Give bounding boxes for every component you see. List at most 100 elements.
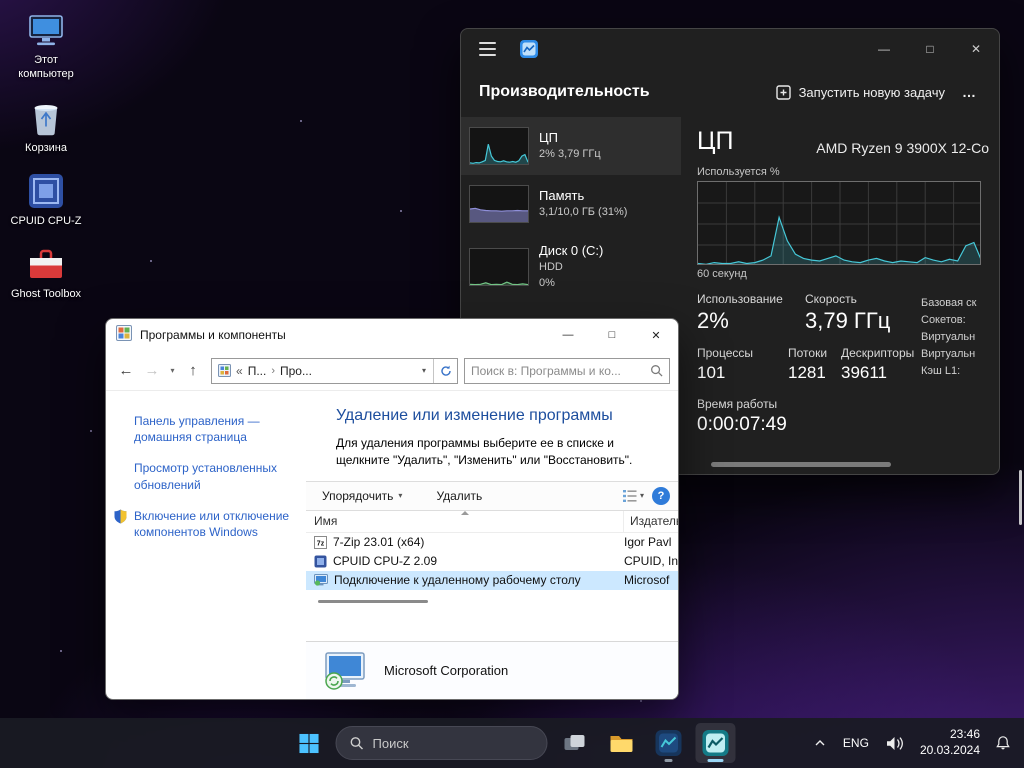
forward-button[interactable]: → xyxy=(140,358,164,384)
task-manager-header: Производительность Запустить новую задач… xyxy=(461,69,999,115)
cpuz-icon xyxy=(28,171,64,209)
sidebar-item-cpu[interactable]: ЦП 2% 3,79 ГГц xyxy=(461,117,681,175)
notification-center-button[interactable] xyxy=(988,727,1018,759)
start-button[interactable] xyxy=(289,723,329,763)
breadcrumb-crumb[interactable]: П... xyxy=(248,364,267,378)
refresh-button[interactable] xyxy=(433,359,457,383)
sidebar-link-home[interactable]: Панель управления — домашняя страница xyxy=(134,413,300,445)
language-indicator[interactable]: ENG xyxy=(835,736,877,750)
navigation-toolbar: ← → ▾ ↑ « П... › Про... ▾ xyxy=(106,351,678,391)
organize-button[interactable]: Упорядочить ▾ xyxy=(314,485,410,507)
uninstall-button[interactable]: Удалить xyxy=(428,485,490,507)
taskbar-app-task-manager-active[interactable] xyxy=(696,723,736,763)
minimize-button[interactable]: — xyxy=(861,29,907,69)
task-manager-app-icon xyxy=(520,40,538,58)
breadcrumb-crumb[interactable]: Про... xyxy=(280,364,312,378)
program-row-remote-desktop[interactable]: Подключение к удаленному рабочему столу … xyxy=(306,571,678,590)
breadcrumb[interactable]: « П... › Про... xyxy=(212,359,415,383)
speaker-icon xyxy=(886,736,905,751)
close-button[interactable]: ✕ xyxy=(953,29,999,69)
chevron-up-icon xyxy=(814,739,826,747)
screen-edge-scrollbar[interactable] xyxy=(1019,470,1022,525)
search-icon xyxy=(650,364,663,377)
program-name: CPUID CPU-Z 2.09 xyxy=(333,554,437,568)
cpu-usage-chart xyxy=(697,181,981,265)
disk-thumbnail-chart xyxy=(469,248,529,286)
file-explorer-icon xyxy=(609,730,635,756)
address-bar[interactable]: « П... › Про... ▾ xyxy=(211,358,458,384)
horizontal-scrollbar[interactable] xyxy=(711,462,891,467)
task-view-icon xyxy=(563,731,587,755)
tray-date: 20.03.2024 xyxy=(920,743,980,759)
taskbar: Поиск ENG 23:46 20.03.2024 xyxy=(0,718,1024,768)
selected-program-publisher: Microsoft Corporation xyxy=(384,663,508,678)
desktop-icon-label: Ghost Toolbox xyxy=(11,287,81,301)
program-name: Подключение к удаленному рабочему столу xyxy=(334,573,581,587)
taskbar-search-label: Поиск xyxy=(373,736,409,751)
column-header-publisher[interactable]: Издатель xyxy=(624,514,678,528)
new-task-icon xyxy=(776,85,791,100)
desktop-icons: Этот компьютер Корзина CPUID CPU-Z Ghost… xyxy=(6,10,86,301)
sidebar-item-disk[interactable]: Диск 0 (C:) HDD 0% xyxy=(461,233,681,301)
stat-value: 1281 xyxy=(788,363,841,383)
taskbar-app-task-manager[interactable] xyxy=(649,723,689,763)
change-view-button[interactable]: ▾ xyxy=(623,490,644,502)
maximize-button[interactable]: □ xyxy=(907,29,953,69)
sidebar-item-subtitle: 3,1/10,0 ГБ (31%) xyxy=(539,205,627,219)
run-new-task-label: Запустить новую задачу xyxy=(799,85,945,100)
program-row-cpuz[interactable]: CPUID CPU-Z 2.09 CPUID, In xyxy=(306,552,678,571)
tray-show-hidden-icons-button[interactable] xyxy=(807,731,833,755)
breadcrumb-overflow[interactable]: « xyxy=(236,364,243,378)
desktop-icon-label: CPUID CPU-Z xyxy=(11,214,82,228)
stat-label: Потоки xyxy=(788,346,841,360)
control-panel-sidebar: Панель управления — домашняя страница Пр… xyxy=(106,391,306,699)
sidebar-link-installed-updates[interactable]: Просмотр установленных обновлений xyxy=(134,460,300,492)
sidebar-item-subtitle2: 0% xyxy=(539,276,603,290)
sidebar-item-memory[interactable]: Память 3,1/10,0 ГБ (31%) xyxy=(461,175,681,233)
page-description: Для удаления программы выберите ее в спи… xyxy=(336,435,638,469)
cpu-thumbnail-chart xyxy=(469,127,529,165)
desktop-icon-recycle-bin[interactable]: Корзина xyxy=(6,98,86,155)
page-heading: Удаление или изменение программы xyxy=(336,407,678,425)
address-dropdown-chevron-icon[interactable]: ▾ xyxy=(415,359,433,383)
task-manager-titlebar: — □ ✕ xyxy=(461,29,999,69)
search-box[interactable] xyxy=(464,358,670,384)
desktop-icon-ghost-toolbox[interactable]: Ghost Toolbox xyxy=(6,244,86,301)
clock[interactable]: 23:46 20.03.2024 xyxy=(914,727,986,758)
taskbar-app-file-explorer[interactable] xyxy=(602,723,642,763)
maximize-button[interactable]: □ xyxy=(590,319,634,351)
cpu-spec-labels: Базовая ск Сокетов: Виртуальн Виртуальн … xyxy=(921,295,999,380)
desktop-icon-cpuz[interactable]: CPUID CPU-Z xyxy=(6,171,86,228)
scrollbar-thumb[interactable] xyxy=(318,600,428,603)
desktop-icon-label: Этот компьютер xyxy=(6,53,86,82)
programs-content: Удаление или изменение программы Для уда… xyxy=(306,391,678,699)
details-pane: Microsoft Corporation xyxy=(306,641,678,699)
program-row-7zip[interactable]: 7z 7-Zip 23.01 (x64) Igor Pavl xyxy=(306,533,678,552)
task-manager-icon xyxy=(656,730,682,756)
menu-icon[interactable] xyxy=(479,42,496,56)
close-button[interactable]: ✕ xyxy=(634,319,678,351)
taskbar-search[interactable]: Поиск xyxy=(336,726,548,760)
programs-titlebar: Программы и компоненты — □ ✕ xyxy=(106,319,678,351)
program-name: 7-Zip 23.01 (x64) xyxy=(333,535,424,549)
uptime-label: Время работы xyxy=(697,397,999,411)
cpu-section-title: ЦП xyxy=(697,127,733,156)
sidebar-link-windows-features[interactable]: Включение или отключение компонентов Win… xyxy=(114,508,300,540)
more-options-button[interactable]: … xyxy=(953,84,985,100)
recent-pages-chevron-icon[interactable]: ▾ xyxy=(166,366,179,375)
back-button[interactable]: ← xyxy=(114,358,138,384)
up-button[interactable]: ↑ xyxy=(181,358,205,384)
run-new-task-button[interactable]: Запустить новую задачу xyxy=(768,79,953,106)
column-header-name[interactable]: Имя xyxy=(306,511,624,532)
volume-button[interactable] xyxy=(879,728,912,759)
desktop-icon-this-pc[interactable]: Этот компьютер xyxy=(6,10,86,82)
search-input[interactable] xyxy=(471,364,650,378)
help-button[interactable]: ? xyxy=(652,487,670,505)
sidebar-item-title: ЦП xyxy=(539,130,601,145)
program-publisher: Microsof xyxy=(624,573,678,587)
sidebar-item-title: Диск 0 (C:) xyxy=(539,243,603,258)
sort-ascending-icon xyxy=(461,511,469,515)
stat-value: 2% xyxy=(697,308,805,334)
taskbar-app-task-view[interactable] xyxy=(555,723,595,763)
minimize-button[interactable]: — xyxy=(546,319,590,351)
